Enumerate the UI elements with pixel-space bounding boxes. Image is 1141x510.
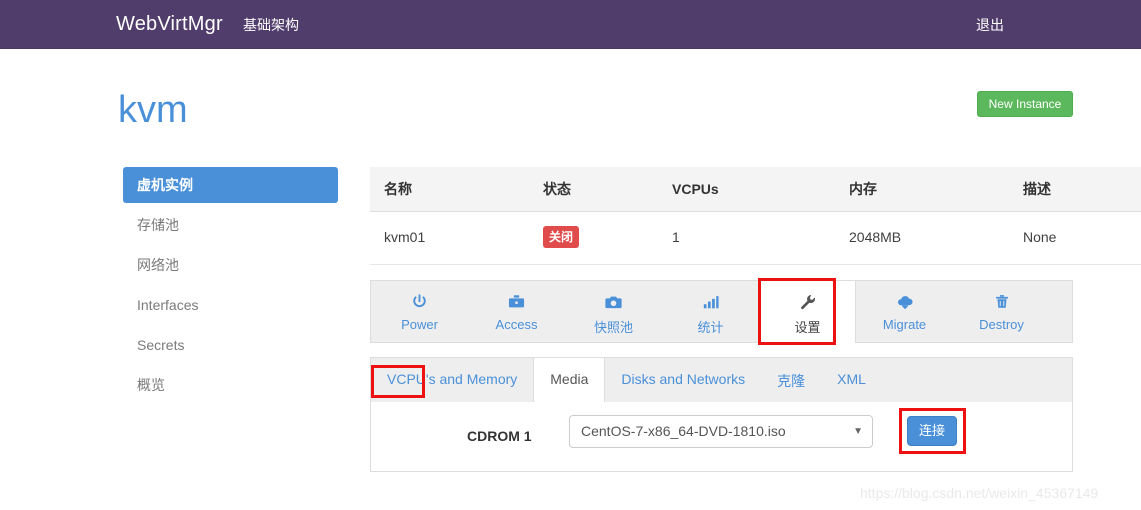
action-tab-statistics[interactable]: 统计 xyxy=(662,281,759,342)
action-tab-label: Destroy xyxy=(979,317,1024,332)
column-header-memory: 内存 xyxy=(835,167,1009,212)
tab-xml[interactable]: XML xyxy=(821,358,882,402)
cell-instance-state: 关闭 xyxy=(529,211,658,265)
action-tab-snapshots[interactable]: 快照池 xyxy=(565,281,662,342)
action-tab-label: 统计 xyxy=(697,320,724,335)
nav-item-logout[interactable]: 退出 xyxy=(976,15,1004,35)
action-tab-label: 快照池 xyxy=(593,320,633,335)
main-content: 名称 状态 VCPUs 内存 描述 kvm01 关闭 1 2048MB None xyxy=(370,167,1141,472)
action-tab-migrate[interactable]: Migrate xyxy=(856,281,953,342)
column-header-name: 名称 xyxy=(370,167,529,212)
action-tab-settings[interactable]: 设置 xyxy=(758,278,856,345)
top-navbar: WebVirtMgr 基础架构 退出 xyxy=(0,0,1141,49)
column-header-vcpus: VCPUs xyxy=(658,167,835,212)
media-panel: CDROM 1 CentOS-7-x86_64-DVD-1810.iso ▼ 连… xyxy=(370,402,1073,472)
chevron-down-icon: ▼ xyxy=(853,426,863,437)
sidebar-item-storage-pools[interactable]: 存储池 xyxy=(123,207,338,243)
connect-button[interactable]: 连接 xyxy=(907,416,957,446)
sidebar-item-network-pools[interactable]: 网络池 xyxy=(123,247,338,283)
watermark: https://blog.csdn.net/weixin_45367149 xyxy=(860,485,1099,501)
status-badge: 关闭 xyxy=(543,226,580,248)
action-tab-label: Power xyxy=(401,317,438,332)
sidebar-item-secrets[interactable]: Secrets xyxy=(123,327,338,363)
column-header-state: 状态 xyxy=(529,167,658,212)
table-row[interactable]: kvm01 关闭 1 2048MB None xyxy=(370,211,1141,265)
cell-instance-vcpus: 1 xyxy=(658,211,835,265)
column-header-description: 描述 xyxy=(1009,167,1141,212)
settings-sub-tabs: VCPU's and Memory Media Disks and Networ… xyxy=(370,357,1073,402)
cell-instance-description: None xyxy=(1009,211,1141,265)
tab-disks-and-networks[interactable]: Disks and Networks xyxy=(605,358,761,402)
sidebar-item-interfaces[interactable]: Interfaces xyxy=(123,287,338,323)
trash-icon xyxy=(953,290,1050,312)
action-tab-label: Access xyxy=(495,317,538,332)
action-tab-power[interactable]: Power xyxy=(371,281,468,342)
new-instance-button[interactable]: New Instance xyxy=(977,91,1073,117)
cdrom-iso-select[interactable]: CentOS-7-x86_64-DVD-1810.iso ▼ xyxy=(569,415,873,448)
cdrom-label: CDROM 1 xyxy=(467,428,532,444)
instances-table: 名称 状态 VCPUs 内存 描述 kvm01 关闭 1 2048MB None xyxy=(370,167,1141,265)
chart-bar-icon xyxy=(662,290,759,312)
wrench-icon xyxy=(760,290,855,312)
instance-action-toolbar: Power Access 快照池 统计 设置 Migrate Destroy xyxy=(370,278,1073,345)
brand-logo[interactable]: WebVirtMgr xyxy=(116,12,223,36)
power-icon xyxy=(371,290,468,312)
action-tab-label: 设置 xyxy=(794,320,821,335)
table-header-row: 名称 状态 VCPUs 内存 描述 xyxy=(370,167,1141,212)
tab-media[interactable]: Media xyxy=(371,357,606,402)
sidebar-item-overview[interactable]: 概览 xyxy=(123,367,338,403)
sidebar-item-instances[interactable]: 虚机实例 xyxy=(123,167,338,203)
tab-vcpu-and-memory[interactable]: VCPU's and Memory xyxy=(371,358,533,402)
camera-icon xyxy=(565,290,662,312)
action-tab-access[interactable]: Access xyxy=(468,281,565,342)
action-tab-destroy[interactable]: Destroy xyxy=(953,281,1050,342)
tab-media-label: Media xyxy=(550,371,589,387)
cell-instance-memory: 2048MB xyxy=(835,211,1009,265)
action-tab-label: Migrate xyxy=(882,317,927,332)
briefcase-icon xyxy=(468,290,565,312)
nav-item-infrastructure[interactable]: 基础架构 xyxy=(243,15,299,35)
page-title: kvm xyxy=(118,89,188,131)
cdrom-iso-selected-value: CentOS-7-x86_64-DVD-1810.iso xyxy=(581,423,786,439)
sidebar: 虚机实例 存储池 网络池 Interfaces Secrets 概览 xyxy=(123,167,338,407)
cell-instance-name[interactable]: kvm01 xyxy=(370,211,529,265)
tab-clone[interactable]: 克隆 xyxy=(761,358,821,402)
cloud-download-icon xyxy=(856,290,953,312)
